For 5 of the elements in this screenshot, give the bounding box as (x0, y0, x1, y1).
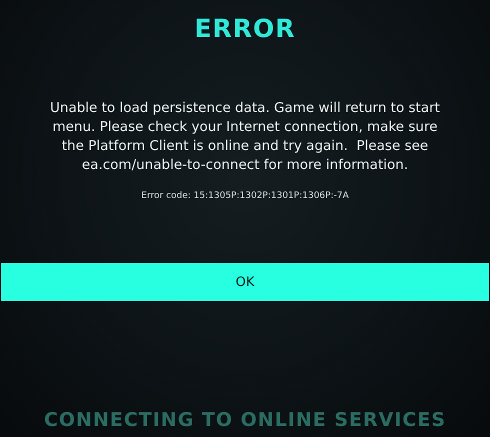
error-title: ERROR (194, 14, 296, 43)
error-message: Unable to load persistence data. Game will return to start menu. Please check your Internet connection, make sure the Platform Client is online and try again. Please see ea.com/unable-to-connect for more information. (49, 99, 441, 175)
ok-button[interactable]: OK (1, 263, 489, 301)
status-text: CONNECTING TO ONLINE SERVICES (44, 409, 446, 431)
error-code: Error code: 15:1305P:1302P:1301P:1306P:-7A (141, 191, 349, 201)
